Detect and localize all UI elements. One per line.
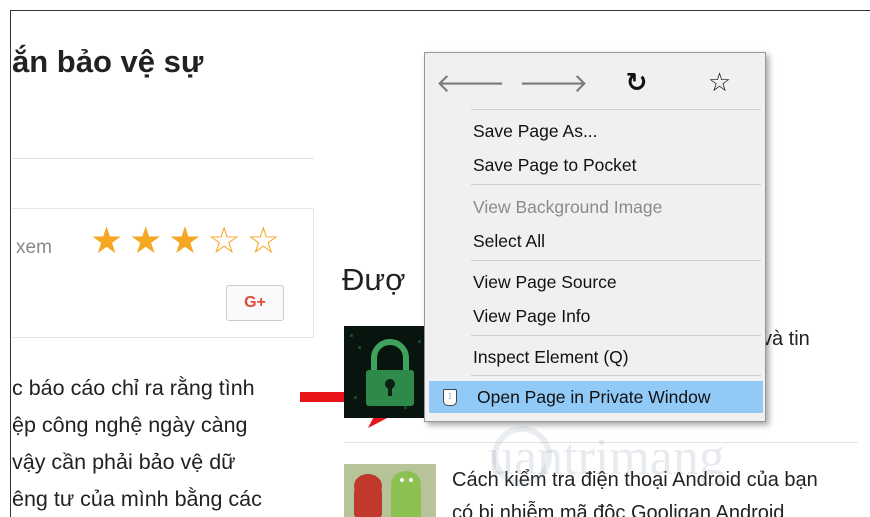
rating-box: xem ★ ★ ★ ☆ ☆ G+	[12, 208, 314, 338]
star-empty-icon[interactable]: ☆	[247, 221, 280, 261]
menu-item-view-page-source[interactable]: View Page Source	[473, 272, 763, 293]
star-empty-icon[interactable]: ☆	[208, 221, 241, 261]
google-plus-share-button[interactable]: G+	[226, 285, 284, 321]
menu-item-label: Open Page in Private Window	[477, 386, 711, 407]
bookmark-star-icon[interactable]: ☆	[678, 59, 761, 107]
context-menu-nav-row: 🡐 🡒 ↻ ☆	[429, 59, 761, 107]
news-thumbnail-android[interactable]	[344, 464, 436, 517]
article-body-line: ệp công nghệ ngày càng	[12, 413, 248, 437]
article-title: ắn bảo vệ sự	[12, 44, 204, 79]
menu-item-save-page-as[interactable]: Save Page As...	[473, 121, 763, 142]
menu-item-inspect-element[interactable]: Inspect Element (Q)	[473, 347, 763, 368]
article-body-line: êng tư của mình bằng các	[12, 487, 262, 511]
news-thumbnail-lock[interactable]	[344, 326, 436, 418]
menu-separator	[471, 184, 761, 185]
news-title-fragment[interactable]: và tin	[762, 328, 810, 351]
reload-icon[interactable]: ↻	[595, 59, 678, 107]
article-body: c báo cáo chỉ ra rằng tình ệp công nghệ …	[12, 370, 262, 517]
article-body-line: c báo cáo chỉ ra rằng tình	[12, 376, 255, 400]
page-frame-top-border	[10, 10, 870, 11]
sidebar-heading: Đượ	[342, 262, 406, 297]
menu-separator	[471, 335, 761, 336]
views-label: xem	[16, 237, 52, 258]
news-title-line: có bị nhiễm mã độc Gooligan Android	[452, 502, 785, 517]
watermark-text: uantrimang	[488, 429, 725, 486]
menu-separator	[471, 260, 761, 261]
page-frame-left-border	[10, 10, 11, 517]
menu-item-save-to-pocket[interactable]: Save Page to Pocket	[473, 155, 763, 176]
menu-separator	[471, 109, 761, 110]
star-filled-icon[interactable]: ★	[168, 221, 201, 261]
menu-item-select-all[interactable]: Select All	[473, 231, 763, 252]
star-rating[interactable]: ★ ★ ★ ☆ ☆	[90, 221, 280, 261]
divider	[12, 158, 314, 159]
menu-item-open-private-window[interactable]: ⁝ Open Page in Private Window	[429, 381, 763, 413]
forward-icon[interactable]: 🡒	[512, 59, 595, 107]
context-menu: 🡐 🡒 ↻ ☆ Save Page As... Save Page to Poc…	[424, 52, 766, 422]
menu-item-view-page-info[interactable]: View Page Info	[473, 306, 763, 327]
article-body-line: vậy cần phải bảo vệ dữ	[12, 450, 236, 474]
menu-item-view-background-image[interactable]: View Background Image	[473, 197, 763, 218]
star-filled-icon[interactable]: ★	[129, 221, 162, 261]
back-icon[interactable]: 🡐	[429, 59, 512, 107]
star-filled-icon[interactable]: ★	[90, 221, 123, 261]
menu-separator	[471, 375, 761, 376]
private-window-icon: ⁝	[443, 389, 457, 406]
